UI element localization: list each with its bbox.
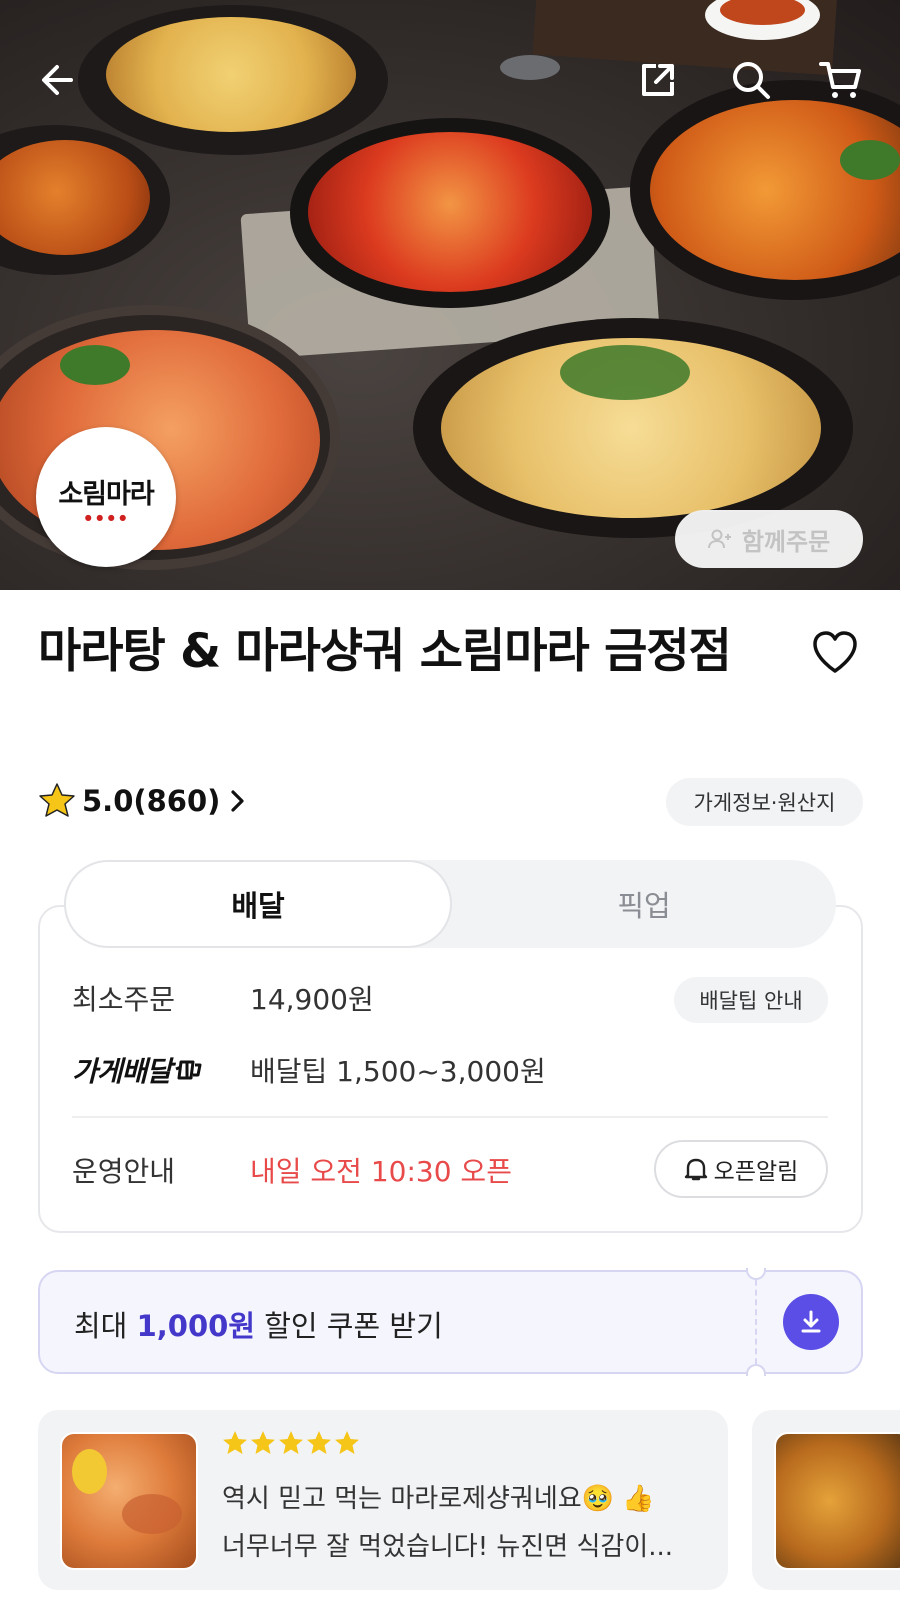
bell-icon <box>684 1158 707 1181</box>
min-order-label: 최소주문 <box>72 983 176 1016</box>
fried-rice-plate <box>78 5 388 155</box>
divider <box>72 1116 828 1118</box>
fried-dish-plate <box>0 125 170 275</box>
coupon-text: 최대 1,000원 할인 쿠폰 받기 <box>74 1303 443 1345</box>
malatang-bowl <box>290 118 610 308</box>
star-icon <box>251 1431 275 1454</box>
review-photo-next <box>774 1432 900 1570</box>
spoon <box>500 55 560 80</box>
review-text-line-2: 너무너무 잘 먹었습니다! 뉴진면 식감이... <box>222 1532 673 1562</box>
group-order-button[interactable]: 함께주문 <box>675 510 863 568</box>
search-icon <box>733 62 770 99</box>
store-info-button[interactable]: 가게정보·원산지 <box>666 778 863 826</box>
delivery-tip-info-button[interactable]: 배달팁 안내 <box>674 977 828 1023</box>
order-type-tabs: 배달 픽업 <box>64 860 836 948</box>
star-icon <box>39 783 75 817</box>
min-order-value: 14,900원 <box>250 983 374 1016</box>
logo-text: 소림마라 <box>58 479 154 510</box>
coupon-download-button[interactable] <box>783 1294 839 1350</box>
coupon-suffix: 할인 쿠폰 받기 <box>255 1309 443 1343</box>
delivery-tip-value: 배달팁 1,500~3,000원 <box>250 1055 546 1088</box>
rating-value: 5.0(860) <box>82 784 221 818</box>
opening-time: 내일 오전 10:30 오픈 <box>250 1155 512 1188</box>
review-photo <box>60 1432 198 1570</box>
star-icon <box>279 1431 303 1454</box>
delivery-badge-icon <box>175 1060 202 1080</box>
herb-garnish <box>560 345 690 400</box>
coupon-prefix: 최대 <box>74 1309 137 1343</box>
herb-garnish <box>60 345 130 385</box>
review-text-line-1: 역시 믿고 먹는 마라로제샹궈네요🥹 👍 <box>222 1484 655 1514</box>
cart-icon <box>819 62 861 98</box>
hours-label: 운영안내 <box>72 1155 176 1188</box>
add-person-icon <box>707 529 731 549</box>
herb-garnish <box>840 140 900 180</box>
group-order-label: 함께주문 <box>741 527 831 556</box>
store-delivery-label: 가게배달 <box>72 1050 203 1090</box>
rating-link[interactable]: 5.0(860) <box>38 780 248 822</box>
open-alert-label: 오픈알림 <box>713 1159 799 1185</box>
tab-delivery[interactable]: 배달 <box>64 860 452 948</box>
store-delivery-text: 가게배달 <box>72 1055 172 1088</box>
back-button[interactable] <box>32 54 84 106</box>
coupon-amount: 1,000원 <box>136 1309 256 1343</box>
favorite-button[interactable] <box>810 628 862 680</box>
star-icon <box>307 1431 331 1454</box>
share-icon <box>642 64 674 96</box>
download-icon <box>801 1310 821 1333</box>
star-icon <box>223 1431 247 1454</box>
tab-pickup[interactable]: 픽업 <box>452 860 836 948</box>
logo-subtext-mark: ● ● ● ● <box>84 513 128 522</box>
cart-button[interactable] <box>815 54 867 106</box>
star-icon <box>335 1431 359 1454</box>
store-title: 마라탕 & 마라샹궈 소림마라 금정점 <box>38 624 732 679</box>
coupon-divider <box>755 1270 757 1374</box>
share-button[interactable] <box>632 54 684 106</box>
review-stars <box>222 1430 360 1456</box>
search-button[interactable] <box>725 54 777 106</box>
open-alert-button[interactable]: 오픈알림 <box>654 1140 828 1198</box>
heart-icon <box>813 631 857 673</box>
chevron-right-icon <box>231 790 245 812</box>
arrow-left-icon <box>42 65 73 95</box>
store-logo: 소림마라 ● ● ● ● <box>36 427 176 567</box>
malaxiangguo-plate <box>630 80 900 300</box>
